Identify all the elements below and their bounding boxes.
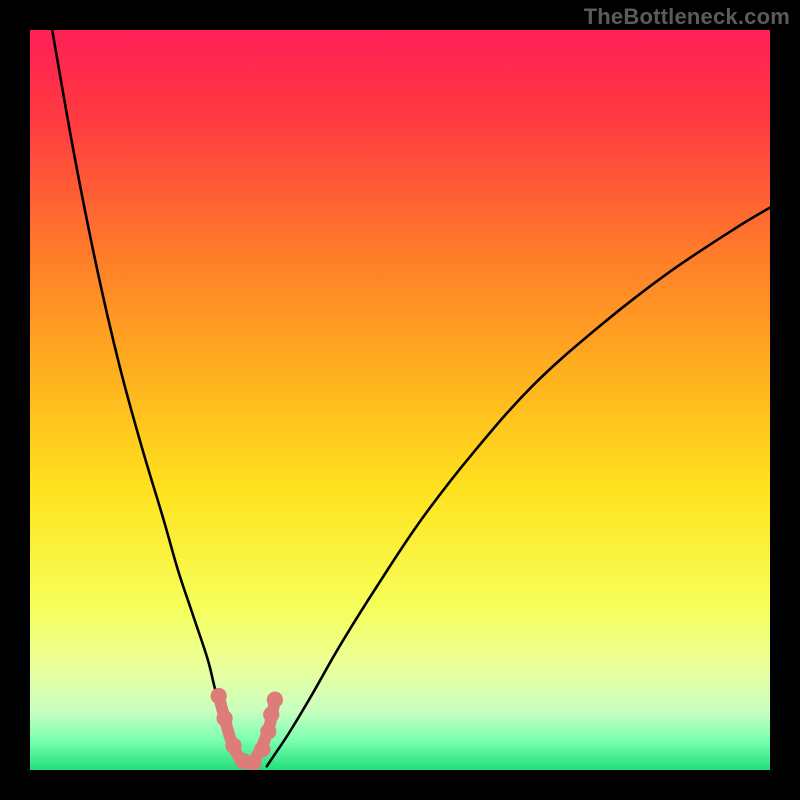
highlight-dot <box>254 741 270 757</box>
plot-area <box>30 30 770 770</box>
chart-lines <box>30 30 770 770</box>
highlight-dot <box>216 710 232 726</box>
highlight-dot <box>211 688 227 704</box>
watermark-text: TheBottleneck.com <box>584 4 790 30</box>
highlight-dot <box>245 754 261 770</box>
highlight-dot <box>260 723 276 739</box>
highlight-dot <box>263 706 279 722</box>
series-curve-right <box>267 208 770 767</box>
series-curve-left <box>52 30 241 766</box>
chart-frame: TheBottleneck.com <box>0 0 800 800</box>
highlight-dot <box>267 692 283 708</box>
highlight-dot <box>225 737 241 753</box>
